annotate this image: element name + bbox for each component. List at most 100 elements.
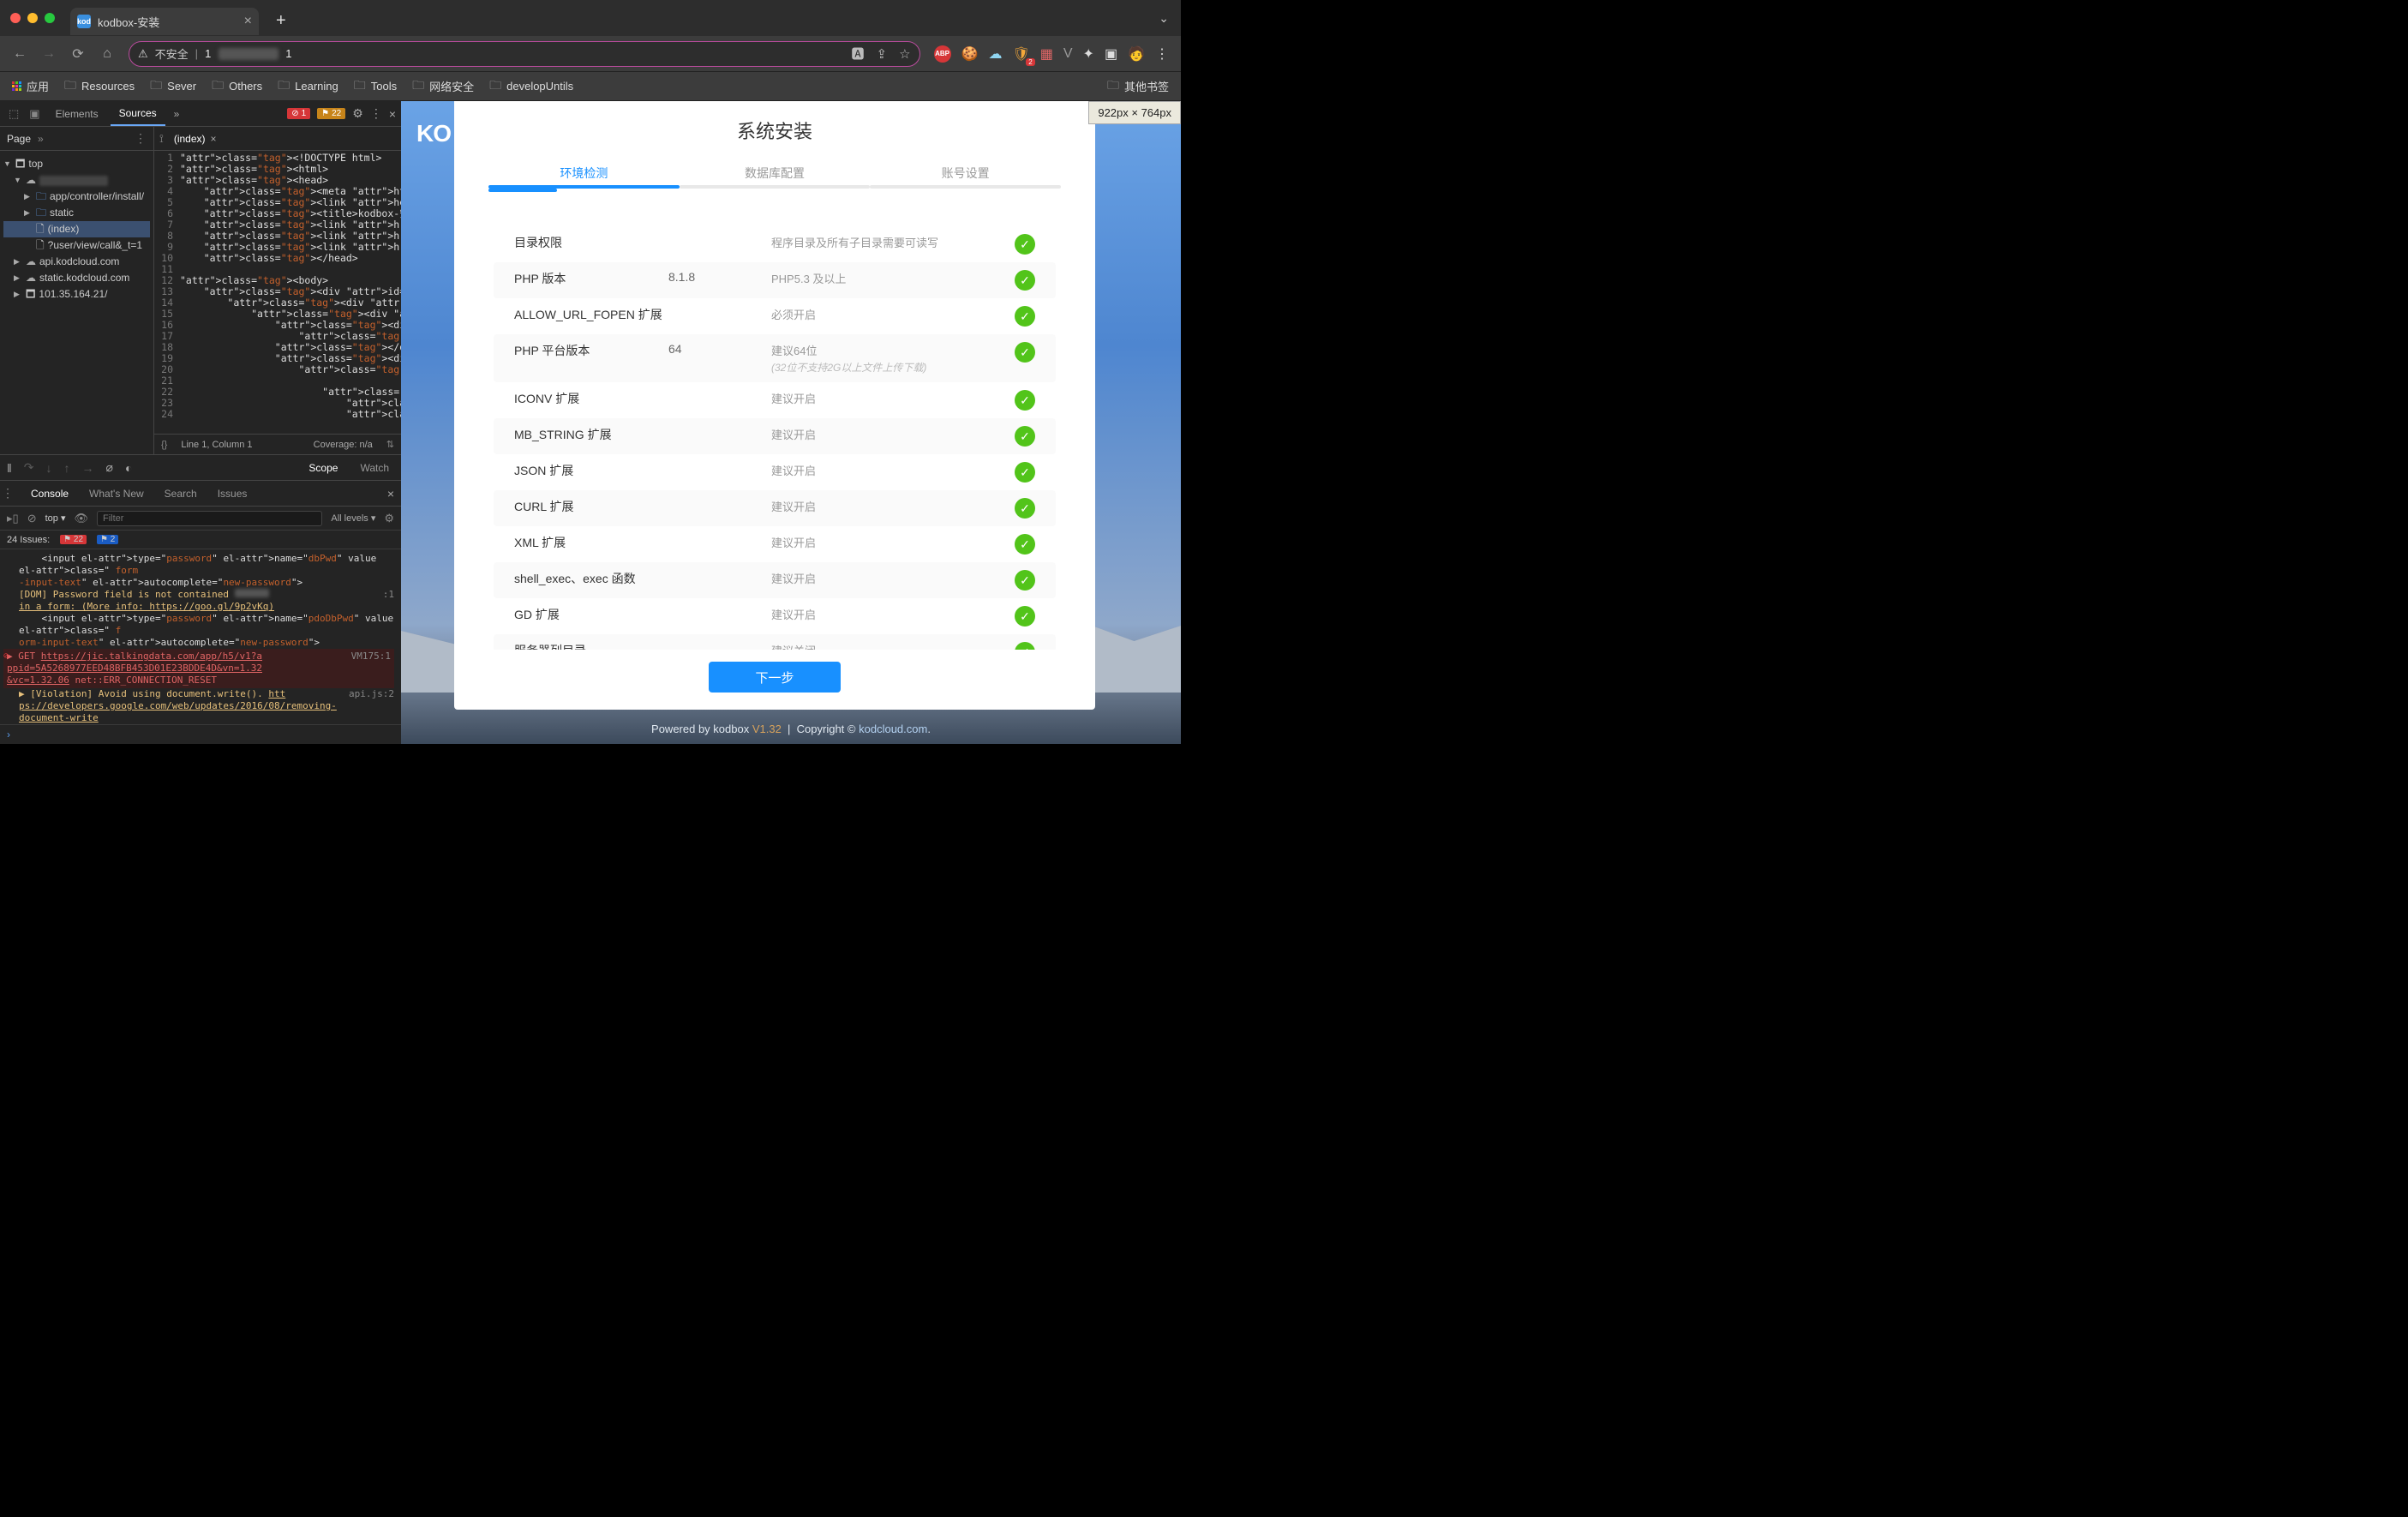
watch-tab[interactable]: Watch	[355, 462, 394, 474]
step-icon[interactable]: →	[82, 461, 94, 475]
extension-icon[interactable]: 🍪	[961, 45, 979, 63]
tree-folder[interactable]: ▶🗀static	[3, 205, 150, 221]
close-drawer-icon[interactable]: ×	[387, 487, 394, 501]
context-selector[interactable]: top ▾	[45, 513, 66, 524]
forward-button[interactable]: →	[41, 46, 57, 62]
tab-title: kodbox-安装	[98, 14, 159, 30]
panel-overflow-icon[interactable]: »	[38, 133, 44, 145]
sources-tab[interactable]: Sources	[111, 101, 165, 126]
check-tip: 建议开启	[771, 390, 1015, 406]
device-toggle-icon[interactable]: ▣	[26, 107, 43, 121]
whatsnew-tab[interactable]: What's New	[86, 488, 147, 500]
extension-icon[interactable]: ▦	[1040, 45, 1053, 63]
step-into-icon[interactable]: ↓	[46, 461, 52, 475]
tree-origin[interactable]: ▶☁api.kodcloud.com	[3, 254, 150, 270]
search-tab[interactable]: Search	[161, 488, 201, 500]
close-window-button[interactable]	[10, 13, 21, 23]
issues-summary[interactable]: 24 Issues: ⚑ 22 ⚑ 2	[0, 530, 401, 549]
console-settings-icon[interactable]: ⚙	[384, 512, 394, 525]
extensions-menu-icon[interactable]: ✦	[1083, 45, 1094, 63]
close-file-icon[interactable]: ×	[211, 133, 217, 145]
share-icon[interactable]: ⇪	[876, 46, 887, 62]
pause-icon[interactable]: ‖	[7, 461, 12, 475]
browser-tab[interactable]: kod kodbox-安装 ×	[70, 8, 259, 35]
apps-button[interactable]: 应用	[12, 78, 49, 94]
minimize-window-button[interactable]	[27, 13, 38, 23]
profile-avatar-icon[interactable]: 🧑	[1128, 45, 1145, 63]
scope-tab[interactable]: Scope	[303, 462, 343, 474]
extension-icon[interactable]: ☁	[988, 45, 1002, 63]
tree-origin[interactable]: ▼☁	[3, 172, 150, 189]
new-tab-button[interactable]: +	[276, 11, 286, 31]
file-tab-index[interactable]: (index)×	[169, 133, 222, 145]
tabs-dropdown-icon[interactable]: ⌄	[1159, 11, 1169, 26]
source-code[interactable]: 123456789101112131415161718192021222324 …	[154, 151, 401, 434]
tree-top[interactable]: ▼🗖top	[3, 156, 150, 172]
step-account[interactable]: 账号设置	[870, 158, 1061, 192]
translate-icon[interactable]: 🅰	[851, 45, 864, 63]
warning-count-badge[interactable]: ⚑22	[317, 108, 345, 119]
tree-file[interactable]: 🗋?user/view/call&_t=1	[3, 237, 150, 254]
other-bookmarks[interactable]: 🗀其他书签	[1107, 76, 1169, 97]
step-db-config[interactable]: 数据库配置	[680, 158, 871, 192]
extension-icon[interactable]: 🛡2	[1012, 45, 1029, 63]
deactivate-breakpoints-icon[interactable]: ⌀	[106, 460, 113, 475]
maximize-window-button[interactable]	[45, 13, 55, 23]
home-button[interactable]: ⌂	[99, 46, 115, 62]
bookmark-folder[interactable]: 🗀Tools	[354, 76, 397, 97]
next-button[interactable]: 下一步	[709, 662, 841, 693]
back-button[interactable]: ←	[12, 46, 27, 62]
adblock-icon[interactable]: ABP	[934, 45, 951, 63]
tree-origin[interactable]: ▶☁static.kodcloud.com	[3, 270, 150, 286]
console-prompt[interactable]: ›	[0, 724, 401, 744]
browser-menu-icon[interactable]: ⋮	[1155, 45, 1169, 63]
close-devtools-icon[interactable]: ×	[389, 107, 396, 121]
bookmark-folder[interactable]: 🗀Learning	[278, 76, 338, 97]
address-bar[interactable]: ⚠ 不安全 | 1 1 🅰 ⇪ ☆	[129, 41, 920, 67]
tree-folder[interactable]: ▶🗀app/controller/install/	[3, 189, 150, 205]
bookmark-folder[interactable]: 🗀Others	[212, 76, 262, 97]
homepage-link[interactable]: kodcloud.com	[859, 723, 927, 735]
tree-origin[interactable]: ▶🗖101.35.164.21/	[3, 286, 150, 303]
devtools-menu-icon[interactable]: ⋮	[370, 106, 382, 121]
elements-tab[interactable]: Elements	[47, 101, 107, 126]
inspect-icon[interactable]: ⬚	[5, 107, 22, 121]
device-icon[interactable]: ▣	[1105, 45, 1117, 63]
live-expression-icon[interactable]: 👁	[74, 512, 88, 525]
tabs-overflow-icon[interactable]: »	[169, 108, 185, 120]
check-row: PHP 版本8.1.8PHP5.3 及以上✓	[494, 262, 1056, 298]
extension-icon[interactable]: V	[1063, 46, 1073, 62]
console-tab[interactable]: Console	[27, 488, 72, 500]
open-file-icon[interactable]: ⟟	[159, 132, 164, 146]
bookmark-folder[interactable]: 🗀Sever	[150, 76, 196, 97]
check-row: CURL 扩展建议开启✓	[494, 490, 1056, 526]
filter-input[interactable]	[97, 511, 322, 526]
console-sidebar-icon[interactable]: ▸▯	[7, 512, 19, 525]
log-levels-selector[interactable]: All levels ▾	[331, 513, 375, 524]
settings-icon[interactable]: ⚙	[352, 106, 363, 121]
step-env-check[interactable]: 环境检测	[488, 158, 680, 192]
format-icon[interactable]: {}	[161, 440, 167, 450]
drawer-menu-icon[interactable]: ⋮	[2, 486, 14, 501]
close-tab-icon[interactable]: ×	[244, 14, 252, 29]
check-row: 服务器列目录建议关闭✓	[494, 634, 1056, 650]
issues-tab[interactable]: Issues	[214, 488, 251, 500]
error-count-badge[interactable]: ⊘1	[287, 108, 310, 119]
navigator-menu-icon[interactable]: ⋮	[135, 131, 147, 146]
console-output[interactable]: <input el-attr">type="password" el-attr"…	[0, 549, 401, 724]
folder-icon: 🗀	[64, 76, 76, 97]
step-over-icon[interactable]: ↷	[24, 460, 34, 475]
bookmark-folder[interactable]: 🗀developUntils	[489, 76, 573, 97]
check-tip: 建议64位(32位不支持2G以上文件上传下载)	[771, 342, 1015, 375]
bookmark-folder[interactable]: 🗀网络安全	[412, 76, 474, 97]
status-arrows-icon[interactable]: ⇅	[386, 439, 394, 450]
check-label: PHP 平台版本	[514, 342, 668, 359]
clear-console-icon[interactable]: ⊘	[27, 512, 37, 525]
tree-file-index[interactable]: 🗋(index)	[3, 221, 150, 237]
page-panel-label[interactable]: Page	[7, 133, 31, 145]
pause-exceptions-icon[interactable]: ◐	[125, 461, 132, 475]
bookmark-star-icon[interactable]: ☆	[899, 46, 910, 62]
reload-button[interactable]: ⟳	[70, 46, 86, 62]
step-out-icon[interactable]: ↑	[64, 461, 70, 475]
bookmark-folder[interactable]: 🗀Resources	[64, 76, 135, 97]
